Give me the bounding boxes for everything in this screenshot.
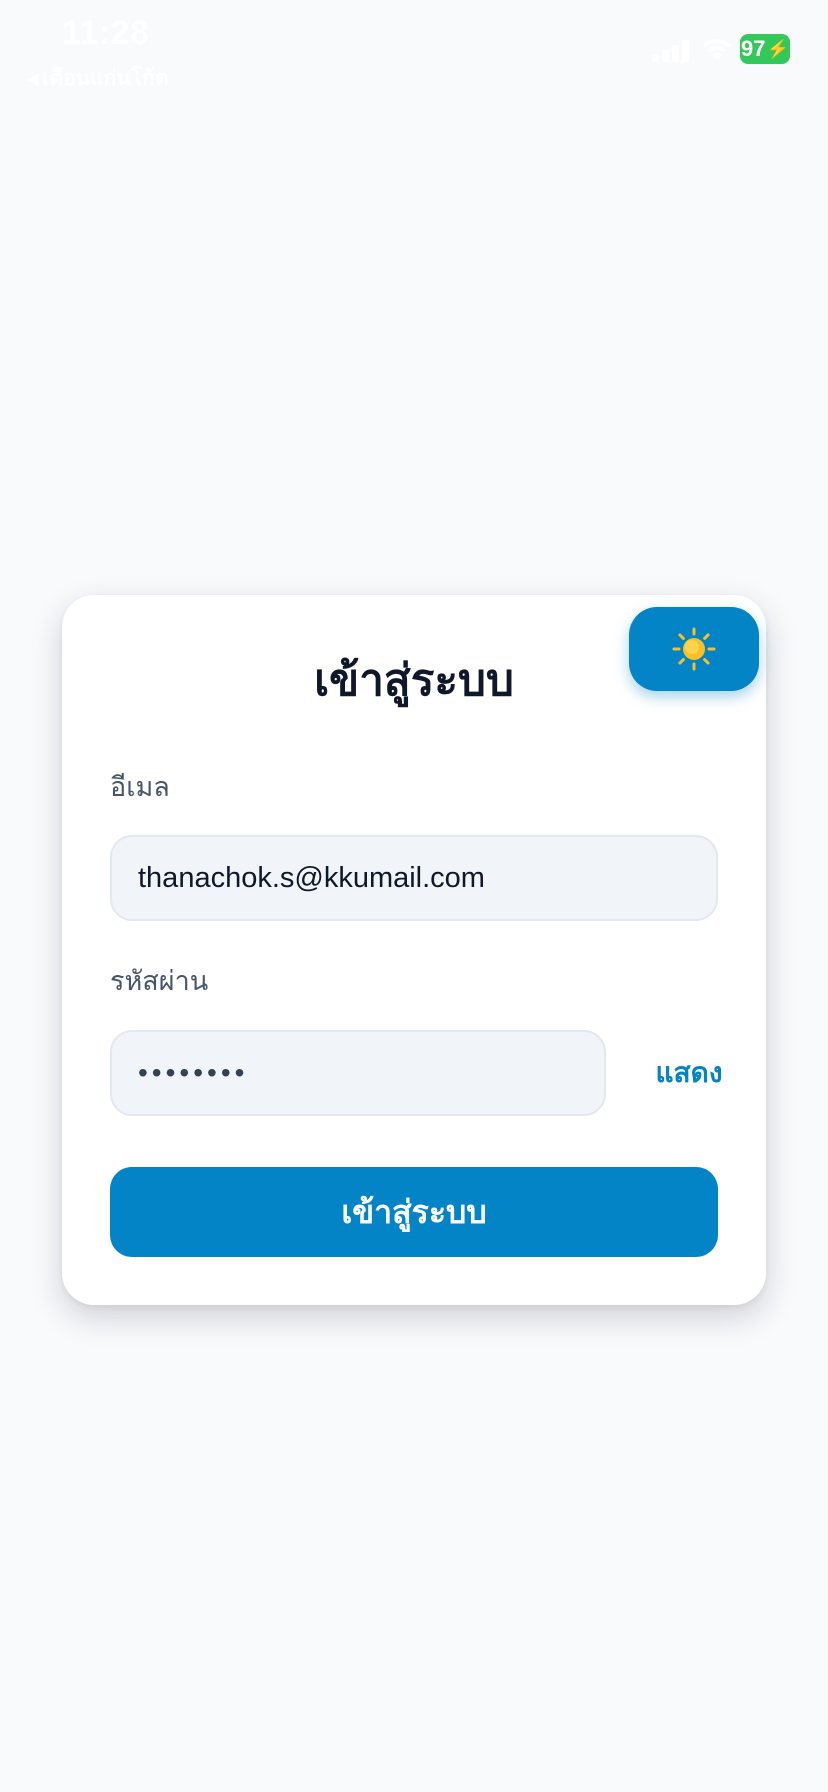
login-submit-button[interactable]: เข้าสู่ระบบ: [110, 1167, 718, 1257]
login-screen: 11:28 ◀ เตือนแก่นโก้ต 97 ⚡ เข้าสู่ระบบ อ…: [0, 0, 828, 1792]
back-app-label: เตือนแก่นโก้ต: [42, 66, 169, 90]
wifi-icon: [702, 38, 732, 60]
email-value: thanachok.s@kkumail.com: [138, 861, 485, 894]
password-field[interactable]: ••••••••: [110, 1030, 606, 1116]
status-time: 11:28: [62, 14, 150, 52]
back-triangle-icon: ◀: [26, 69, 39, 88]
battery-level: 97: [741, 36, 766, 61]
password-label: รหัสผ่าน: [110, 966, 209, 997]
password-masked-value: ••••••••: [138, 1057, 249, 1088]
email-field[interactable]: thanachok.s@kkumail.com: [110, 835, 718, 921]
email-label: อีเมล: [110, 772, 170, 803]
login-card: เข้าสู่ระบบ อีเมล thanachok.s@kkumail.co…: [62, 595, 766, 1305]
battery-indicator: 97 ⚡: [740, 34, 790, 64]
charging-bolt-icon: ⚡: [766, 38, 789, 59]
back-to-app-link[interactable]: ◀ เตือนแก่นโก้ต: [26, 62, 168, 95]
page-title: เข้าสู่ระบบ: [314, 655, 514, 706]
cellular-signal-icon: [652, 38, 692, 62]
status-bar: 11:28 ◀ เตือนแก่นโก้ต 97 ⚡: [0, 0, 828, 96]
show-password-button[interactable]: แสดง: [628, 1030, 750, 1116]
